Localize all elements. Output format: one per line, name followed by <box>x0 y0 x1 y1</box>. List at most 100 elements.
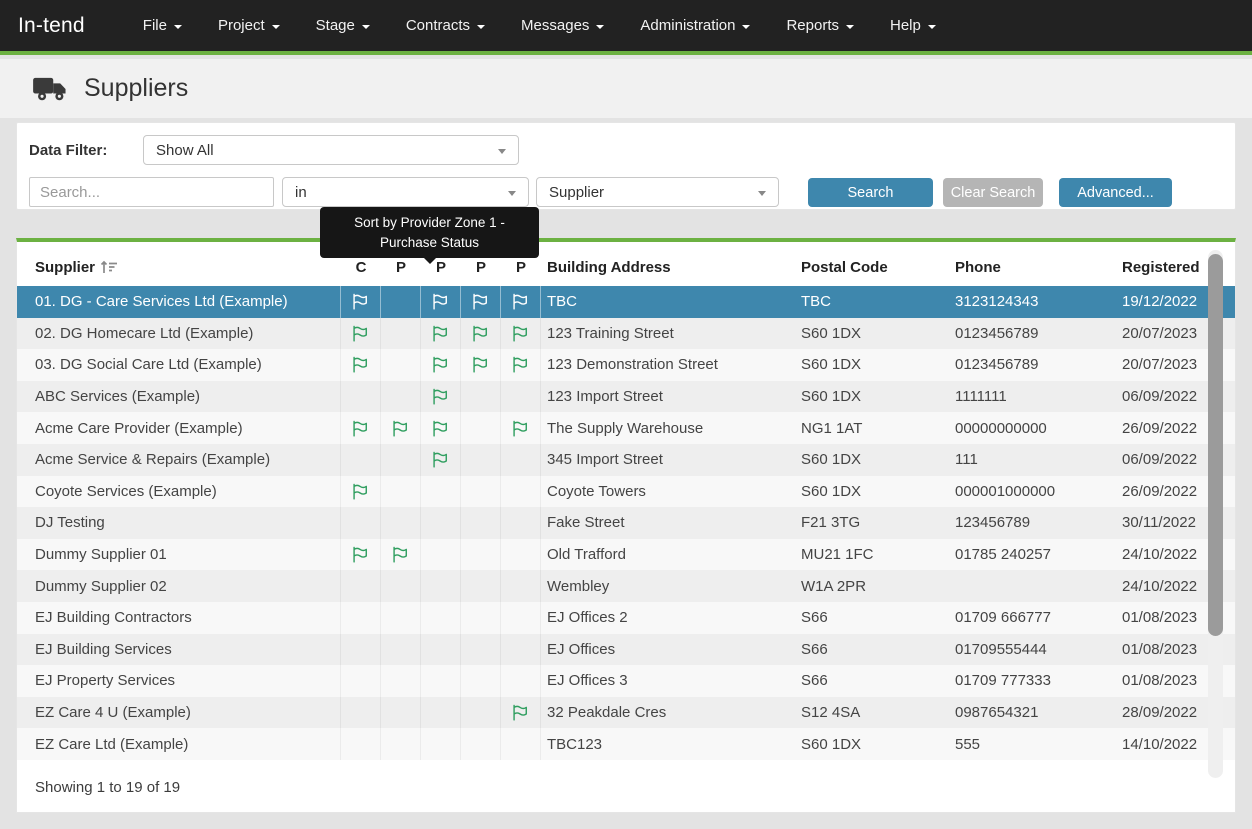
sort-tooltip-text: Sort by Provider Zone 1 - Purchase Statu… <box>354 215 505 250</box>
cell-supplier-name: Coyote Services (Example) <box>17 476 341 508</box>
flag-icon <box>471 325 490 342</box>
cell-status-flag-3 <box>421 634 461 666</box>
cell-status-flag-5 <box>501 507 541 539</box>
flag-icon <box>511 704 530 721</box>
table-row[interactable]: DJ TestingFake StreetF21 3TG12345678930/… <box>17 507 1235 539</box>
search-button[interactable]: Search <box>808 178 933 207</box>
column-header-registered[interactable]: Registered <box>1116 248 1209 286</box>
cell-phone: 01709 666777 <box>949 602 1116 634</box>
table-row[interactable]: EJ Property ServicesEJ Offices 3S6601709… <box>17 665 1235 697</box>
cell-status-flag-3 <box>421 318 461 350</box>
tooltip-arrow-icon <box>424 258 436 264</box>
cell-status-flag-2 <box>381 728 421 760</box>
flag-icon <box>391 546 410 563</box>
flag-icon <box>511 325 530 342</box>
table-row[interactable]: Acme Care Provider (Example)The Supply W… <box>17 412 1235 444</box>
cell-supplier-name: EJ Building Services <box>17 634 341 666</box>
cell-postal-code: F21 3TG <box>795 507 949 539</box>
cell-status-flag-3 <box>421 602 461 634</box>
table-row[interactable]: EJ Building ContractorsEJ Offices 2S6601… <box>17 602 1235 634</box>
column-header-supplier[interactable]: Supplier <box>17 248 341 286</box>
cell-building-address: 123 Import Street <box>541 381 795 413</box>
cell-status-flag-3 <box>421 665 461 697</box>
cell-status-flag-5 <box>501 634 541 666</box>
column-header-label: P <box>516 259 526 276</box>
cell-postal-code: NG1 1AT <box>795 412 949 444</box>
nav-item-stage[interactable]: Stage <box>302 9 384 42</box>
table-row[interactable]: EZ Care Ltd (Example)TBC123S60 1DX55514/… <box>17 728 1235 760</box>
cell-phone: 01785 240257 <box>949 539 1116 571</box>
cell-status-flag-5 <box>501 412 541 444</box>
table-row[interactable]: Acme Service & Repairs (Example)345 Impo… <box>17 444 1235 476</box>
clear-search-button[interactable]: Clear Search <box>943 178 1043 207</box>
search-operator-select[interactable]: in <box>282 177 529 207</box>
nav-item-messages[interactable]: Messages <box>507 9 618 42</box>
table-row[interactable]: EZ Care 4 U (Example)32 Peakdale CresS12… <box>17 697 1235 729</box>
table-row[interactable]: 02. DG Homecare Ltd (Example)123 Trainin… <box>17 318 1235 350</box>
cell-status-flag-3 <box>421 697 461 729</box>
scrollbar-track[interactable] <box>1208 250 1223 778</box>
cell-status-flag-3 <box>421 412 461 444</box>
cell-phone: 000001000000 <box>949 476 1116 508</box>
cell-status-flag-3 <box>421 728 461 760</box>
cell-status-flag-5 <box>501 476 541 508</box>
cell-status-flag-4 <box>461 570 501 602</box>
table-row[interactable]: Dummy Supplier 02WembleyW1A 2PR24/10/202… <box>17 570 1235 602</box>
table-row[interactable]: 03. DG Social Care Ltd (Example)123 Demo… <box>17 349 1235 381</box>
column-header-building-address[interactable]: Building Address <box>541 248 795 286</box>
chevron-down-icon <box>742 25 750 29</box>
data-filter-label: Data Filter: <box>29 142 107 159</box>
flag-icon <box>431 356 450 373</box>
search-operator-value: in <box>295 184 307 201</box>
nav-item-help[interactable]: Help <box>876 9 950 42</box>
search-input[interactable] <box>29 177 274 207</box>
table-footer-summary: Showing 1 to 19 of 19 <box>35 779 180 796</box>
cell-postal-code: S60 1DX <box>795 476 949 508</box>
cell-phone: 01709 777333 <box>949 665 1116 697</box>
data-filter-select[interactable]: Show All <box>143 135 519 165</box>
cell-status-flag-1 <box>341 476 381 508</box>
cell-postal-code: S66 <box>795 634 949 666</box>
column-header-label: P <box>396 259 406 276</box>
cell-building-address: TBC123 <box>541 728 795 760</box>
table-row[interactable]: EJ Building ServicesEJ OfficesS660170955… <box>17 634 1235 666</box>
table-row[interactable]: 01. DG - Care Services Ltd (Example)TBCT… <box>17 286 1235 318</box>
cell-building-address: Wembley <box>541 570 795 602</box>
cell-postal-code: TBC <box>795 286 949 318</box>
nav-item-reports[interactable]: Reports <box>772 9 868 42</box>
cell-building-address: Coyote Towers <box>541 476 795 508</box>
sort-amount-icon <box>99 259 119 275</box>
cell-status-flag-3 <box>421 476 461 508</box>
cell-postal-code: S60 1DX <box>795 349 949 381</box>
cell-supplier-name: Acme Care Provider (Example) <box>17 412 341 444</box>
chevron-down-icon <box>928 25 936 29</box>
cell-postal-code: S60 1DX <box>795 318 949 350</box>
cell-status-flag-4 <box>461 539 501 571</box>
cell-status-flag-2 <box>381 634 421 666</box>
chevron-down-icon <box>362 25 370 29</box>
nav-item-contracts[interactable]: Contracts <box>392 9 499 42</box>
search-field-value: Supplier <box>549 184 604 201</box>
nav-item-administration[interactable]: Administration <box>626 9 764 42</box>
cell-status-flag-4 <box>461 665 501 697</box>
cell-building-address: TBC <box>541 286 795 318</box>
app-logo[interactable]: In-tend <box>18 14 85 38</box>
search-field-select[interactable]: Supplier <box>536 177 779 207</box>
cell-status-flag-5 <box>501 381 541 413</box>
suppliers-table-panel: SupplierCPPPPBuilding AddressPostal Code… <box>16 238 1236 813</box>
table-row[interactable]: ABC Services (Example)123 Import StreetS… <box>17 381 1235 413</box>
nav-item-project[interactable]: Project <box>204 9 294 42</box>
scrollbar-thumb[interactable] <box>1208 254 1223 636</box>
flag-icon <box>351 546 370 563</box>
nav-item-file[interactable]: File <box>129 9 196 42</box>
column-header-phone[interactable]: Phone <box>949 248 1116 286</box>
advanced-button[interactable]: Advanced... <box>1059 178 1172 207</box>
cell-postal-code: S66 <box>795 602 949 634</box>
cell-status-flag-3 <box>421 444 461 476</box>
flag-icon <box>511 293 530 310</box>
cell-status-flag-2 <box>381 381 421 413</box>
cell-registered-date: 14/10/2022 <box>1116 728 1209 760</box>
column-header-postal-code[interactable]: Postal Code <box>795 248 949 286</box>
table-row[interactable]: Coyote Services (Example) Coyote TowersS6… <box>17 476 1235 508</box>
table-row[interactable]: Dummy Supplier 01Old TraffordMU21 1FC017… <box>17 539 1235 571</box>
